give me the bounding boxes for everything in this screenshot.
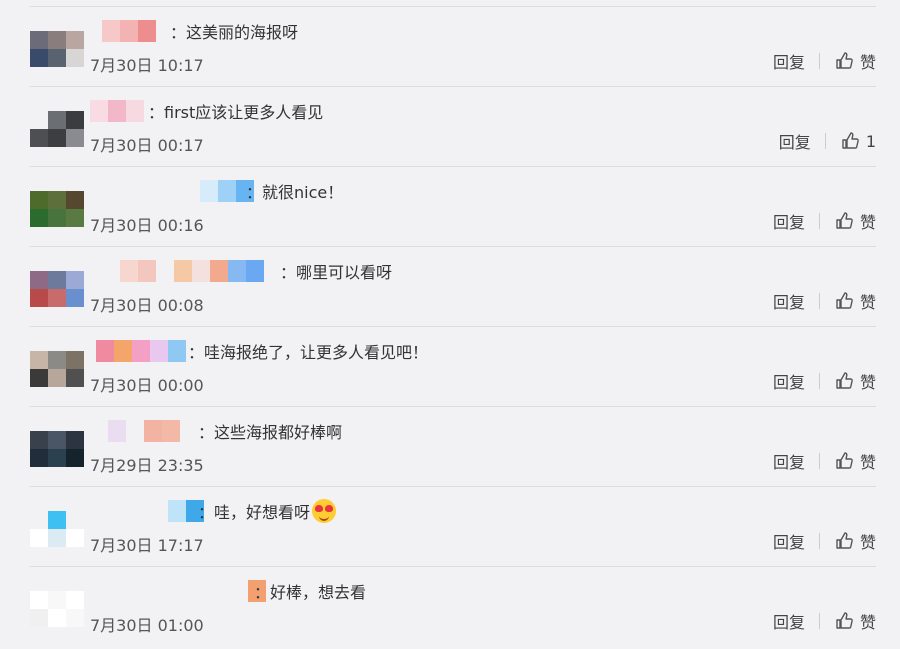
like-count: 1: [865, 131, 876, 151]
comment-text-label: ：哇海报绝了，让更多人看见吧！: [188, 343, 429, 362]
comment-text: ：哇，好想看呀: [198, 499, 337, 523]
comment-text-label: ：好棒，想去看: [254, 583, 367, 602]
like-button[interactable]: 赞: [834, 369, 876, 393]
comment-item: ：就很nice！ 7月30日 00:16 回复 赞: [30, 166, 876, 247]
like-button[interactable]: 赞: [834, 529, 876, 553]
username-redacted[interactable]: [96, 339, 186, 363]
comment-actions: 回复 赞: [773, 209, 876, 233]
action-divider: [818, 213, 820, 229]
comment-actions: 回复 赞: [773, 449, 876, 473]
reply-button[interactable]: 回复: [773, 609, 805, 633]
thumbs-up-icon: [834, 611, 860, 631]
comment-item: ：好棒，想去看 7月30日 01:00 回复 赞: [30, 566, 876, 647]
comment-text: ：好棒，想去看: [254, 579, 366, 603]
username-redacted[interactable]: [120, 259, 264, 283]
like-count: 赞: [859, 213, 876, 232]
action-divider: [818, 453, 820, 469]
like-button[interactable]: 赞: [834, 289, 876, 313]
thumbs-up-icon: [834, 371, 860, 391]
action-divider: [818, 613, 820, 629]
avatar[interactable]: [30, 191, 84, 227]
like-count: 赞: [859, 53, 876, 72]
comment-text: ：first应该让更多人看见: [148, 99, 323, 123]
reply-button[interactable]: 回复: [773, 369, 805, 393]
action-divider: [818, 53, 820, 69]
username-redacted[interactable]: [90, 99, 144, 123]
thumbs-up-icon: [834, 291, 860, 311]
reply-button[interactable]: 回复: [773, 529, 805, 553]
comment-item: ：first应该让更多人看见 7月30日 00:17 回复 1: [30, 86, 876, 167]
like-button[interactable]: 赞: [834, 49, 876, 73]
comment-text-label: ：哇，好想看呀: [198, 503, 311, 522]
reply-button[interactable]: 回复: [773, 49, 805, 73]
comment-actions: 回复 赞: [773, 49, 876, 73]
comment-text: ：就很nice！: [246, 179, 343, 203]
comment-timestamp: 7月30日 00:17: [90, 136, 204, 155]
comment-text-label: ：就很nice！: [246, 183, 344, 202]
comment-actions: 回复 赞: [773, 369, 876, 393]
like-button[interactable]: 赞: [834, 609, 876, 633]
comment-text: ：这些海报都好棒啊: [198, 419, 342, 443]
comment-timestamp: 7月30日 00:08: [90, 296, 204, 315]
heart-eyes-emoji-icon: [312, 499, 337, 523]
comment-timestamp: 7月29日 23:35: [90, 456, 204, 475]
username-redacted[interactable]: [90, 419, 180, 443]
comment-actions: 回复 赞: [773, 289, 876, 313]
comment-actions: 回复 赞: [773, 609, 876, 633]
comment-item: ：哇，好想看呀 7月30日 17:17 回复 赞: [30, 486, 876, 567]
like-count: 赞: [859, 613, 876, 632]
comment-item: ：这些海报都好棒啊 7月29日 23:35 回复 赞: [30, 406, 876, 487]
comment-actions: 回复 1: [779, 129, 876, 153]
like-count: 赞: [859, 373, 876, 392]
comment-text: ：这美丽的海报呀: [170, 19, 298, 43]
reply-button[interactable]: 回复: [773, 289, 805, 313]
comment-item: ：这美丽的海报呀 7月30日 10:17 回复 赞: [30, 6, 876, 87]
thumbs-up-icon: [834, 531, 860, 551]
comment-item: ：哪里可以看呀 7月30日 00:08 回复 赞: [30, 246, 876, 327]
comment-actions: 回复 赞: [773, 529, 876, 553]
comment-text: ：哇海报绝了，让更多人看见吧！: [188, 339, 428, 363]
avatar[interactable]: [30, 111, 84, 147]
thumbs-up-icon: [834, 211, 860, 231]
like-count: 赞: [859, 293, 876, 312]
comment-list: ：这美丽的海报呀 7月30日 10:17 回复赞：first应该让更多人看见 7月30…: [0, 0, 900, 649]
comment-timestamp: 7月30日 00:00: [90, 376, 204, 395]
thumbs-up-icon: [840, 131, 866, 151]
like-count: 赞: [859, 453, 876, 472]
action-divider: [818, 373, 820, 389]
thumbs-up-icon: [834, 451, 860, 471]
username-redacted[interactable]: [102, 19, 156, 43]
like-count: 赞: [859, 533, 876, 552]
reply-button[interactable]: 回复: [779, 129, 811, 153]
comment-text-label: ：哪里可以看呀: [280, 263, 393, 282]
avatar[interactable]: [30, 351, 84, 387]
reply-button[interactable]: 回复: [773, 209, 805, 233]
thumbs-up-icon: [834, 51, 860, 71]
comment-timestamp: 7月30日 17:17: [90, 536, 204, 555]
avatar[interactable]: [30, 271, 84, 307]
comment-text-label: ：这美丽的海报呀: [170, 23, 299, 42]
action-divider: [818, 533, 820, 549]
like-button[interactable]: 赞: [834, 209, 876, 233]
comment-timestamp: 7月30日 10:17: [90, 56, 204, 75]
avatar[interactable]: [30, 31, 84, 67]
like-button[interactable]: 1: [840, 131, 876, 151]
action-divider: [818, 293, 820, 309]
comment-timestamp: 7月30日 01:00: [90, 616, 204, 635]
like-button[interactable]: 赞: [834, 449, 876, 473]
comment-timestamp: 7月30日 00:16: [90, 216, 204, 235]
username-redacted[interactable]: [150, 499, 204, 523]
avatar[interactable]: [30, 431, 84, 467]
comment-item: ：哇海报绝了，让更多人看见吧！ 7月30日 00:00 回复 赞: [30, 326, 876, 407]
reply-button[interactable]: 回复: [773, 449, 805, 473]
avatar[interactable]: [30, 591, 84, 627]
comment-text-label: ：这些海报都好棒啊: [198, 423, 343, 442]
comment-text: ：哪里可以看呀: [280, 259, 392, 283]
comment-text-label: ：first应该让更多人看见: [148, 103, 324, 122]
avatar[interactable]: [30, 511, 84, 547]
action-divider: [824, 133, 826, 149]
